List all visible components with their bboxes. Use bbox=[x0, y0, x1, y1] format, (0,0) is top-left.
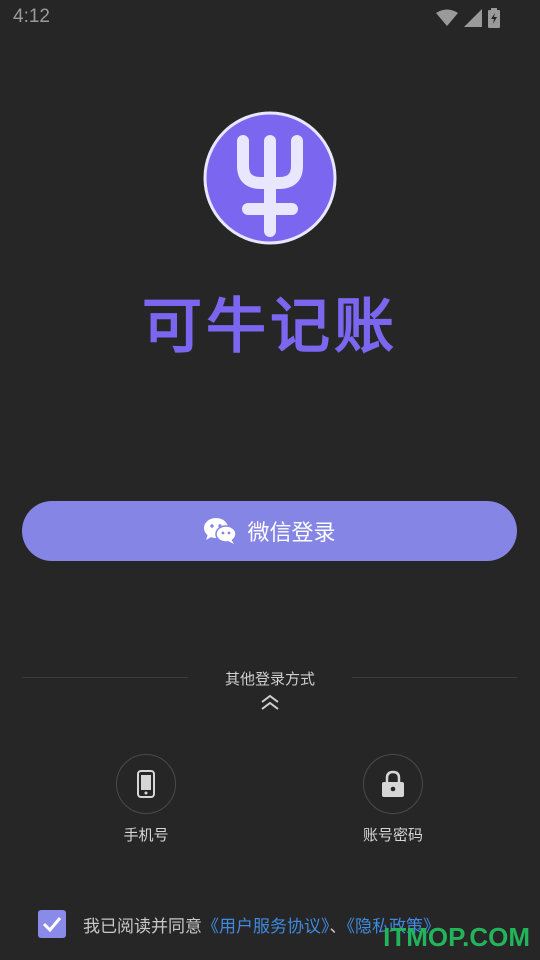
status-icons bbox=[436, 8, 500, 28]
app-logo bbox=[203, 111, 337, 245]
status-time: 4:12 bbox=[13, 6, 50, 27]
password-login-button[interactable] bbox=[363, 754, 423, 814]
battery-icon bbox=[488, 8, 500, 28]
agreement-separator: 、 bbox=[329, 916, 347, 937]
password-login-label: 账号密码 bbox=[362, 826, 423, 844]
chevron-up-icon[interactable] bbox=[259, 694, 281, 712]
status-bar: 4:12 bbox=[0, 0, 540, 36]
phone-login-button[interactable] bbox=[116, 754, 176, 814]
password-login-option[interactable]: 账号密码 bbox=[333, 754, 453, 845]
wifi-icon bbox=[436, 9, 458, 26]
watermark: ITMOP.COM bbox=[383, 922, 530, 952]
phone-login-label: 手机号 bbox=[123, 826, 169, 844]
signal-icon bbox=[464, 9, 482, 27]
wechat-login-label: 微信登录 bbox=[247, 521, 336, 546]
user-agreement-link[interactable]: 《用户服务协议》 bbox=[202, 917, 330, 937]
lock-icon bbox=[382, 770, 404, 797]
other-login-title: 其他登录方式 bbox=[224, 670, 315, 688]
agreement-row: 我已阅读并同意《用户服务协议》、《隐私政策》 bbox=[38, 910, 440, 938]
wechat-icon bbox=[204, 518, 238, 544]
agreement-checkbox[interactable] bbox=[38, 910, 66, 938]
checkmark-icon bbox=[42, 917, 62, 932]
agreement-prefix: 我已阅读并同意 bbox=[83, 916, 202, 937]
app-name: 可牛记账 bbox=[142, 292, 398, 362]
wechat-login-button[interactable]: 微信登录 bbox=[22, 501, 517, 561]
phone-login-option[interactable]: 手机号 bbox=[86, 754, 206, 845]
phone-icon bbox=[137, 770, 155, 798]
